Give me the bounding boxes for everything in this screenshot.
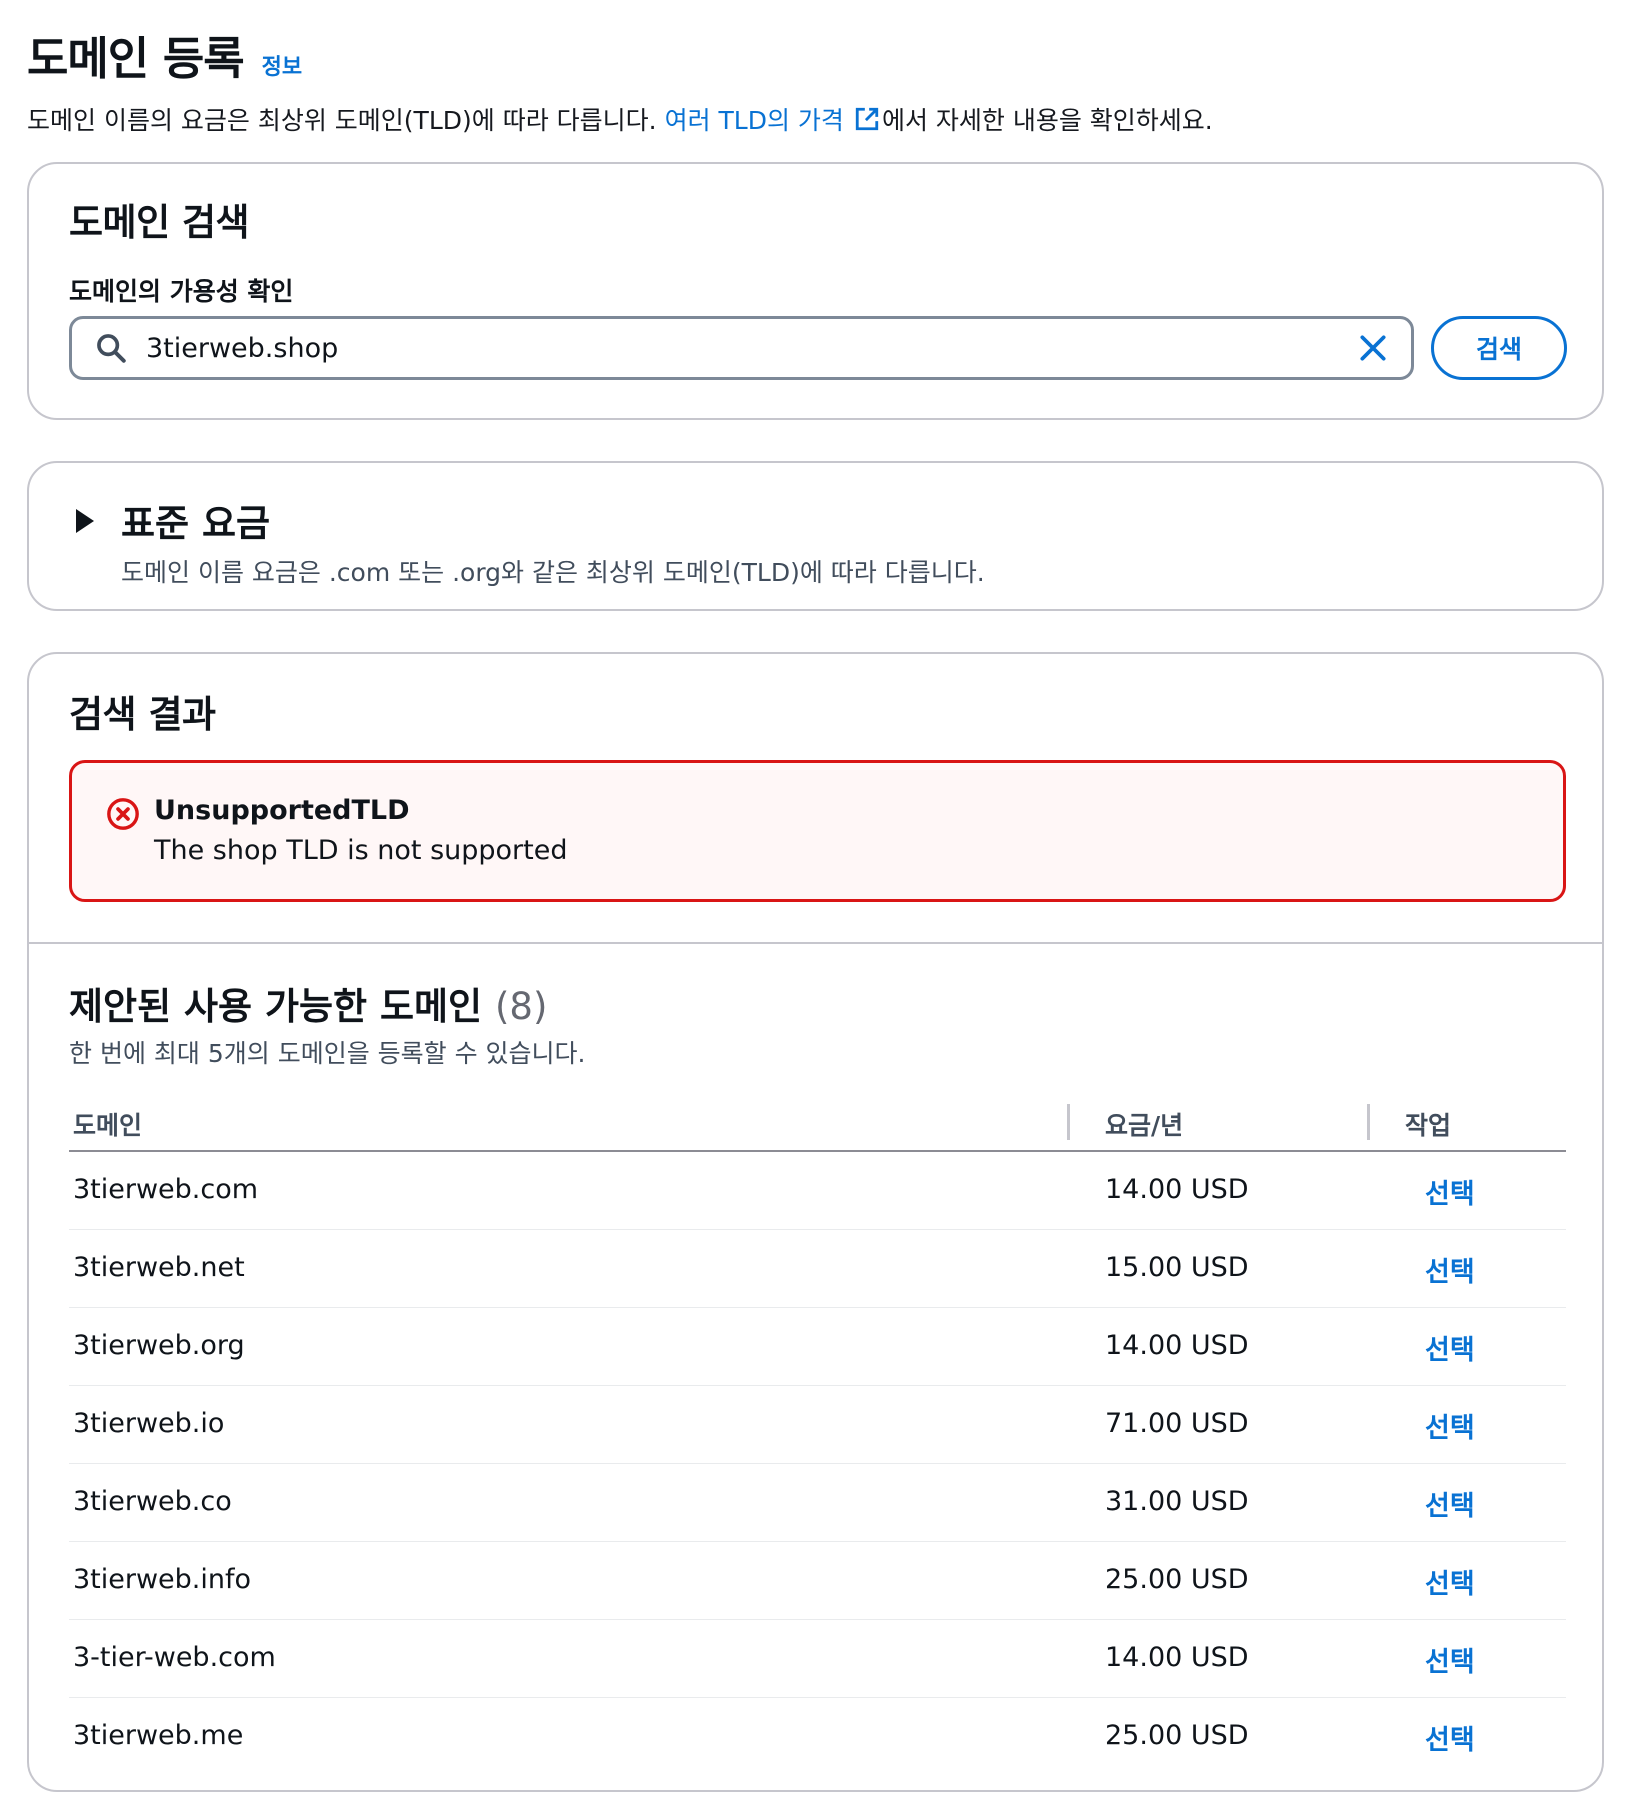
- search-icon: [97, 334, 126, 363]
- suggested-description: 한 번에 최대 5개의 도메인을 등록할 수 있습니다.: [69, 1039, 586, 1068]
- description-suffix: 에서 자세한 내용을 확인하세요.: [881, 106, 1213, 135]
- domain-cell: 3tierweb.co: [73, 1486, 232, 1517]
- caret-right-icon[interactable]: [73, 507, 97, 535]
- column-header-action: 작업: [1405, 1111, 1452, 1140]
- suggested-domains-title: 제안된 사용 가능한 도메인 (8): [69, 976, 547, 1030]
- table-header: 도메인 요금/년 작업: [69, 1092, 1566, 1152]
- select-link[interactable]: 선택: [1425, 1562, 1475, 1601]
- error-message: The shop TLD is not supported: [154, 835, 568, 866]
- select-link[interactable]: 선택: [1425, 1640, 1475, 1679]
- standard-pricing-container: 표준 요금 도메인 이름 요금은 .com 또는 .org와 같은 최상위 도메…: [27, 461, 1604, 611]
- page-description: 도메인 이름의 요금은 최상위 도메인(TLD)에 따라 다릅니다. 여러 TL…: [27, 101, 1603, 137]
- pricing-section-title[interactable]: 표준 요금: [121, 493, 270, 547]
- domain-search-container: 도메인 검색 도메인의 가용성 확인 3tierweb.shop 검색: [27, 162, 1604, 420]
- error-icon: [107, 798, 139, 830]
- suggested-title-text: 제안된 사용 가능한 도메인: [69, 985, 483, 1028]
- search-input-value[interactable]: 3tierweb.shop: [146, 333, 1357, 364]
- domain-cell: 3-tier-web.com: [73, 1642, 276, 1673]
- price-cell: 14.00 USD: [1105, 1642, 1249, 1673]
- section-divider: [29, 942, 1602, 944]
- clear-icon[interactable]: [1357, 332, 1389, 364]
- select-link[interactable]: 선택: [1425, 1406, 1475, 1445]
- page: 도메인 등록 정보 도메인 이름의 요금은 최상위 도메인(TLD)에 따라 다…: [0, 0, 1630, 1820]
- price-cell: 14.00 USD: [1105, 1174, 1249, 1205]
- error-alert: UnsupportedTLD The shop TLD is not suppo…: [69, 760, 1566, 902]
- select-link[interactable]: 선택: [1425, 1328, 1475, 1367]
- select-link[interactable]: 선택: [1425, 1718, 1475, 1757]
- price-cell: 14.00 USD: [1105, 1330, 1249, 1361]
- page-header: 도메인 등록 정보 도메인 이름의 요금은 최상위 도메인(TLD)에 따라 다…: [27, 22, 1603, 137]
- suggested-domains-table: 도메인 요금/년 작업 3tierweb.com 14.00 USD 선택 3t…: [69, 1092, 1566, 1776]
- column-header-price[interactable]: 요금/년: [1105, 1106, 1183, 1142]
- search-input[interactable]: 3tierweb.shop: [69, 316, 1414, 380]
- tld-pricing-link[interactable]: 여러 TLD의 가격: [665, 101, 844, 137]
- table-row: 3tierweb.info 25.00 USD 선택: [69, 1542, 1566, 1620]
- domain-cell: 3tierweb.info: [73, 1564, 252, 1595]
- domain-cell: 3tierweb.me: [73, 1720, 244, 1751]
- external-link-icon[interactable]: [854, 106, 880, 132]
- table-row: 3tierweb.net 15.00 USD 선택: [69, 1230, 1566, 1308]
- table-row: 3tierweb.io 71.00 USD 선택: [69, 1386, 1566, 1464]
- domain-cell: 3tierweb.org: [73, 1330, 245, 1361]
- table-row: 3tierweb.org 14.00 USD 선택: [69, 1308, 1566, 1386]
- info-link[interactable]: 정보: [262, 49, 302, 81]
- select-link[interactable]: 선택: [1425, 1250, 1475, 1289]
- price-cell: 31.00 USD: [1105, 1486, 1249, 1517]
- search-results-container: 검색 결과 UnsupportedTLD The shop TLD is not…: [27, 652, 1604, 1792]
- error-title: UnsupportedTLD: [154, 795, 410, 826]
- select-link[interactable]: 선택: [1425, 1484, 1475, 1523]
- search-section-title: 도메인 검색: [69, 201, 250, 244]
- table-row: 3-tier-web.com 14.00 USD 선택: [69, 1620, 1566, 1698]
- suggested-count: (8): [494, 985, 548, 1028]
- price-cell: 71.00 USD: [1105, 1408, 1249, 1439]
- availability-label: 도메인의 가용성 확인: [69, 277, 294, 306]
- search-button[interactable]: 검색: [1431, 316, 1567, 380]
- domain-cell: 3tierweb.com: [73, 1174, 259, 1205]
- column-resizer[interactable]: [1067, 1104, 1070, 1140]
- table-row: 3tierweb.co 31.00 USD 선택: [69, 1464, 1566, 1542]
- table-row: 3tierweb.com 14.00 USD 선택: [69, 1152, 1566, 1230]
- pricing-description: 도메인 이름 요금은 .com 또는 .org와 같은 최상위 도메인(TLD)…: [121, 558, 985, 587]
- domain-cell: 3tierweb.io: [73, 1408, 225, 1439]
- price-cell: 25.00 USD: [1105, 1720, 1249, 1751]
- price-cell: 15.00 USD: [1105, 1252, 1249, 1283]
- price-cell: 25.00 USD: [1105, 1564, 1249, 1595]
- results-section-title: 검색 결과: [69, 693, 216, 736]
- table-row: 3tierweb.me 25.00 USD 선택: [69, 1698, 1566, 1776]
- column-header-domain[interactable]: 도메인: [73, 1106, 142, 1142]
- column-resizer[interactable]: [1367, 1104, 1370, 1140]
- description-prefix: 도메인 이름의 요금은 최상위 도메인(TLD)에 따라 다릅니다.: [27, 106, 657, 135]
- domain-cell: 3tierweb.net: [73, 1252, 245, 1283]
- select-link[interactable]: 선택: [1425, 1172, 1475, 1211]
- page-title: 도메인 등록: [27, 32, 245, 85]
- title-row: 도메인 등록 정보: [27, 22, 1603, 87]
